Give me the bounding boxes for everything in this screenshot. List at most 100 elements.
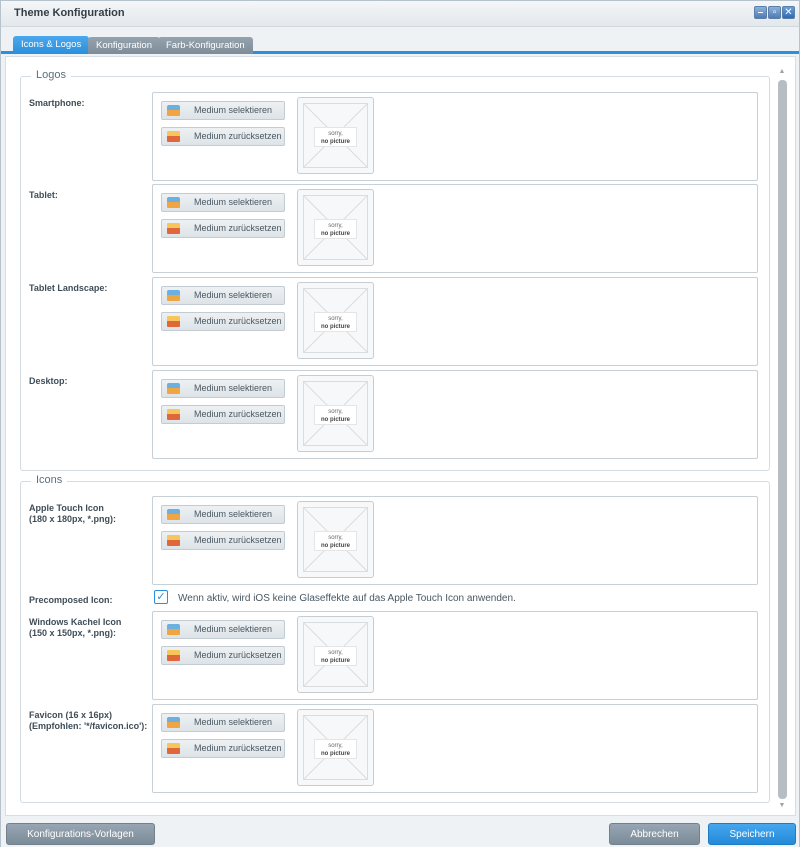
- button-label: Medium selektieren: [194, 290, 273, 300]
- favicon-select-button[interactable]: Medium selektieren: [161, 713, 285, 732]
- scroll-thumb[interactable]: [778, 80, 787, 799]
- apple-label-line2: (180 x 180px, *.png):: [29, 514, 117, 524]
- precomposed-description: Wenn aktiv, wird iOS keine Glaseffekte a…: [178, 593, 516, 604]
- tablet-landscape-media-box: Medium selektieren Medium zurücksetzen s…: [152, 277, 758, 366]
- scroll-down-icon[interactable]: ▼: [777, 801, 787, 810]
- apple-preview: sorry, no picture: [297, 501, 374, 578]
- button-label: Medium zurücksetzen: [194, 316, 282, 326]
- button-label: Medium selektieren: [194, 197, 273, 207]
- tablet-label: Tablet:: [29, 190, 58, 200]
- desktop-select-button[interactable]: Medium selektieren: [161, 379, 285, 398]
- no-picture-label: sorry, no picture: [314, 739, 357, 759]
- favicon-label-line2: (Empfohlen: '*/favicon.ico'):: [29, 721, 148, 731]
- button-label: Medium zurücksetzen: [194, 131, 282, 141]
- close-icon[interactable]: ✕: [782, 6, 795, 19]
- button-label: Medium zurücksetzen: [194, 535, 282, 545]
- favicon-media-box: Medium selektieren Medium zurücksetzen s…: [152, 704, 758, 793]
- no-picture-line1: sorry,: [328, 131, 343, 137]
- windows-preview: sorry, no picture: [297, 616, 374, 693]
- image-reset-icon: [167, 535, 180, 546]
- no-picture-line2: no picture: [320, 543, 350, 549]
- image-select-icon: [167, 197, 180, 208]
- scroll-up-icon[interactable]: ▲: [777, 67, 787, 76]
- button-label: Medium selektieren: [194, 717, 273, 727]
- icons-legend: Icons: [31, 474, 68, 486]
- windows-reset-button[interactable]: Medium zurücksetzen: [161, 646, 285, 665]
- image-select-icon: [167, 105, 180, 116]
- smartphone-media-box: Medium selektieren Medium zurücksetzen s…: [152, 92, 758, 181]
- favicon-label: Favicon (16 x 16px) (Empfohlen: '*/favico…: [29, 710, 147, 732]
- button-label: Medium selektieren: [194, 383, 273, 393]
- windows-label-line2: (150 x 150px, *.png):: [29, 628, 117, 638]
- no-picture-line1: sorry,: [328, 535, 343, 541]
- windows-select-button[interactable]: Medium selektieren: [161, 620, 285, 639]
- no-picture-label: sorry, no picture: [314, 405, 357, 425]
- no-picture-line2: no picture: [320, 231, 350, 237]
- image-select-icon: [167, 383, 180, 394]
- config-templates-button[interactable]: Konfigurations-Vorlagen: [6, 823, 155, 845]
- tab-bar: Icons & Logos Konfiguration Farb-Konfigu…: [1, 28, 799, 54]
- desktop-preview: sorry, no picture: [297, 375, 374, 452]
- vertical-scrollbar[interactable]: ▲ ▼: [776, 67, 788, 811]
- no-picture-label: sorry, no picture: [314, 646, 357, 666]
- no-picture-label: sorry, no picture: [314, 531, 357, 551]
- tablet-landscape-label: Tablet Landscape:: [29, 283, 108, 293]
- no-picture-line1: sorry,: [328, 223, 343, 229]
- favicon-preview: sorry, no picture: [297, 709, 374, 786]
- no-picture-line1: sorry,: [328, 409, 343, 415]
- no-picture-line2: no picture: [320, 139, 350, 145]
- favicon-reset-button[interactable]: Medium zurücksetzen: [161, 739, 285, 758]
- button-label: Medium zurücksetzen: [194, 650, 282, 660]
- apple-touch-icon-label: Apple Touch Icon (180 x 180px, *.png):: [29, 503, 116, 525]
- tab-konfiguration[interactable]: Konfiguration: [88, 37, 160, 54]
- minimize-icon[interactable]: –: [754, 6, 767, 19]
- tab-icons-logos[interactable]: Icons & Logos: [13, 36, 90, 54]
- no-picture-line1: sorry,: [328, 743, 343, 749]
- smartphone-preview: sorry, no picture: [297, 97, 374, 174]
- image-select-icon: [167, 624, 180, 635]
- apple-label-line1: Apple Touch Icon: [29, 503, 104, 513]
- windows-tile-icon-label: Windows Kachel Icon (150 x 150px, *.png):: [29, 617, 121, 639]
- button-label: Medium zurücksetzen: [194, 743, 282, 753]
- title-bar: Theme Konfiguration – ▫ ✕: [1, 1, 799, 27]
- no-picture-label: sorry, no picture: [314, 127, 357, 147]
- smartphone-label: Smartphone:: [29, 98, 85, 108]
- image-reset-icon: [167, 223, 180, 234]
- no-picture-line2: no picture: [320, 658, 350, 664]
- no-picture-line2: no picture: [320, 324, 350, 330]
- image-select-icon: [167, 717, 180, 728]
- no-picture-line1: sorry,: [328, 316, 343, 322]
- smartphone-select-button[interactable]: Medium selektieren: [161, 101, 285, 120]
- checkmark-icon: ✓: [156, 591, 166, 603]
- maximize-icon[interactable]: ▫: [768, 6, 781, 19]
- button-label: Medium selektieren: [194, 105, 273, 115]
- button-label: Medium selektieren: [194, 624, 273, 634]
- tablet-select-button[interactable]: Medium selektieren: [161, 193, 285, 212]
- tab-farb-konfiguration[interactable]: Farb-Konfiguration: [158, 37, 253, 54]
- apple-reset-button[interactable]: Medium zurücksetzen: [161, 531, 285, 550]
- image-reset-icon: [167, 316, 180, 327]
- smartphone-reset-button[interactable]: Medium zurücksetzen: [161, 127, 285, 146]
- window-title: Theme Konfiguration: [14, 7, 125, 19]
- no-picture-label: sorry, no picture: [314, 312, 357, 332]
- image-reset-icon: [167, 650, 180, 661]
- desktop-reset-button[interactable]: Medium zurücksetzen: [161, 405, 285, 424]
- tablet-landscape-reset-button[interactable]: Medium zurücksetzen: [161, 312, 285, 331]
- cancel-button[interactable]: Abbrechen: [609, 823, 700, 845]
- tablet-preview: sorry, no picture: [297, 189, 374, 266]
- tablet-landscape-preview: sorry, no picture: [297, 282, 374, 359]
- precomposed-checkbox[interactable]: ✓: [154, 590, 168, 604]
- image-reset-icon: [167, 409, 180, 420]
- tablet-landscape-select-button[interactable]: Medium selektieren: [161, 286, 285, 305]
- apple-select-button[interactable]: Medium selektieren: [161, 505, 285, 524]
- tablet-reset-button[interactable]: Medium zurücksetzen: [161, 219, 285, 238]
- content-panel: Logos Smartphone: Medium selektieren Med…: [5, 56, 796, 816]
- image-select-icon: [167, 509, 180, 520]
- theme-config-window: Theme Konfiguration – ▫ ✕ Icons & Logos …: [0, 0, 800, 847]
- save-button[interactable]: Speichern: [708, 823, 796, 845]
- button-label: Medium zurücksetzen: [194, 409, 282, 419]
- no-picture-label: sorry, no picture: [314, 219, 357, 239]
- logos-legend: Logos: [31, 69, 71, 81]
- windows-tile-media-box: Medium selektieren Medium zurücksetzen s…: [152, 611, 758, 700]
- image-reset-icon: [167, 131, 180, 142]
